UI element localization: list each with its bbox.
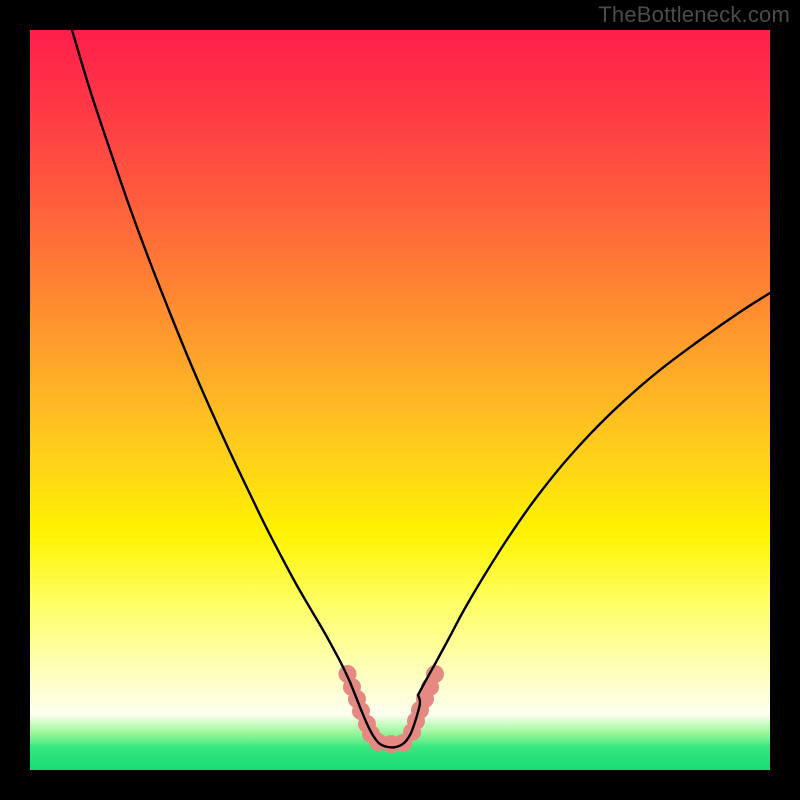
- right-well-curve: [418, 293, 770, 695]
- curve-layer: [30, 30, 770, 770]
- plot-area: [30, 30, 770, 770]
- left-well-curve: [72, 30, 350, 682]
- watermark-text: TheBottleneck.com: [598, 2, 790, 28]
- chart-frame: TheBottleneck.com: [0, 0, 800, 800]
